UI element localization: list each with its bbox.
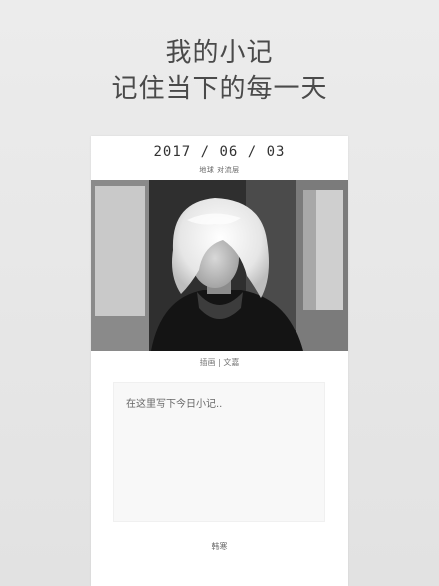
entry-date: 2017 / 06 / 03 bbox=[153, 144, 286, 160]
note-input[interactable] bbox=[114, 383, 324, 521]
illustration-credit: 插画 | 文嘉 bbox=[199, 358, 240, 367]
headline-title: 我的小记 bbox=[165, 38, 274, 68]
illustration-photo bbox=[91, 180, 348, 351]
entry-location: 地球 对流层 bbox=[199, 166, 240, 174]
headline-subtitle: 记住当下的每一天 bbox=[111, 74, 328, 104]
note-box bbox=[113, 382, 325, 522]
author-name: 韩寒 bbox=[211, 542, 228, 551]
journal-card: 2017 / 06 / 03 地球 对流层 插画 | 文嘉 在这里写下今日小记.… bbox=[91, 136, 348, 586]
